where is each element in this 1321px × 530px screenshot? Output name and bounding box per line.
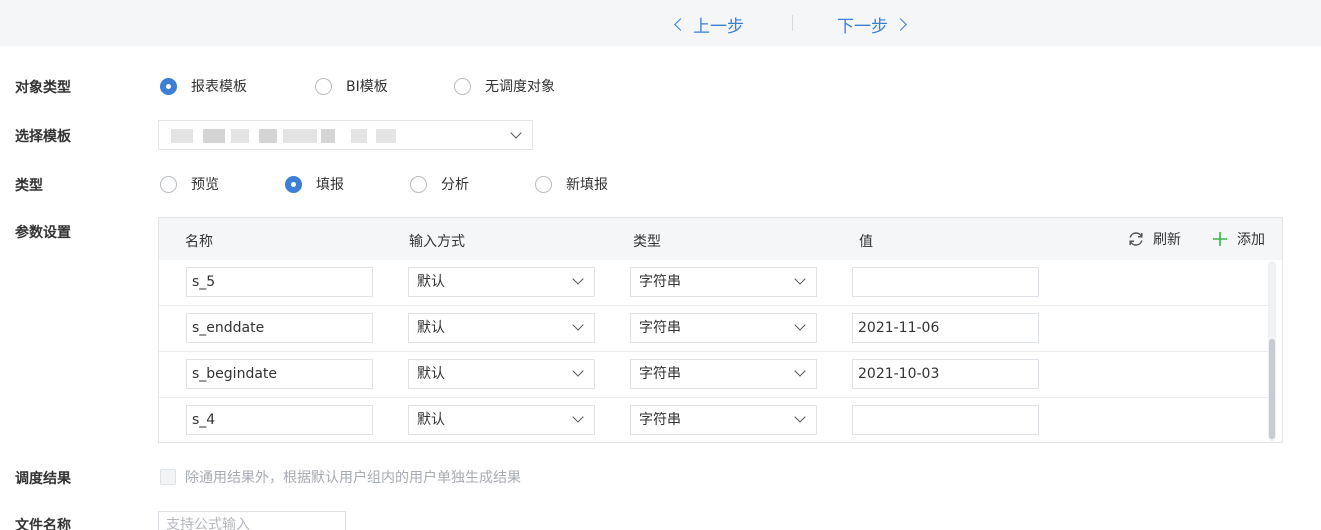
- type-option-label: 新填报: [566, 177, 608, 193]
- blurred-template-name: [171, 128, 401, 144]
- param-value-input[interactable]: [852, 267, 1039, 297]
- nav-divider: [792, 15, 793, 31]
- chevron-down-icon: [794, 411, 806, 423]
- next-step-button[interactable]: 下一步: [837, 12, 907, 37]
- file-name-label: 文件名称: [15, 518, 71, 530]
- param-input-method-value: 默认: [417, 274, 445, 290]
- chevron-down-icon: [794, 365, 806, 377]
- scrollbar-thumb[interactable]: [1269, 339, 1275, 439]
- template-label: 选择模板: [15, 129, 71, 145]
- param-input-method-value: 默认: [417, 412, 445, 428]
- param-name-input[interactable]: s_begindate: [186, 359, 373, 389]
- param-type-select[interactable]: 字符串: [630, 313, 817, 343]
- template-select[interactable]: [158, 120, 533, 150]
- schedule-result-checkbox-label: 除通用结果外，根据默认用户组内的用户单独生成结果: [185, 470, 521, 486]
- radio-checked-icon: [160, 77, 177, 95]
- type-option-label: 预览: [191, 177, 219, 193]
- param-type-value: 字符串: [639, 412, 681, 428]
- param-name-input[interactable]: s_4: [186, 405, 373, 435]
- chevron-down-icon: [794, 319, 806, 331]
- col-header-value: 值: [859, 234, 873, 250]
- param-value-input[interactable]: 2021-10-03: [852, 359, 1039, 389]
- type-option-preview[interactable]: 预览: [160, 174, 219, 194]
- col-header-name: 名称: [185, 234, 213, 250]
- chevron-down-icon: [572, 365, 584, 377]
- param-name-input[interactable]: s_enddate: [186, 313, 373, 343]
- params-scrollbar[interactable]: [1268, 261, 1276, 441]
- object-type-label: 对象类型: [15, 80, 71, 96]
- chevron-left-icon: [674, 18, 687, 31]
- params-table-header: 名称 输入方式 类型 值 刷新 添加: [159, 218, 1282, 260]
- chevron-down-icon: [572, 273, 584, 285]
- file-name-input[interactable]: 支持公式输入: [158, 511, 346, 530]
- chevron-down-icon: [572, 411, 584, 423]
- param-name-input[interactable]: s_5: [186, 267, 373, 297]
- param-type-value: 字符串: [639, 320, 681, 336]
- object-type-option-label: 无调度对象: [485, 79, 555, 95]
- params-label: 参数设置: [15, 225, 71, 241]
- type-option-analysis[interactable]: 分析: [410, 174, 469, 194]
- col-header-input-method: 输入方式: [409, 234, 465, 250]
- prev-step-label: 上一步: [693, 17, 744, 37]
- param-type-value: 字符串: [639, 274, 681, 290]
- col-header-type: 类型: [633, 234, 661, 250]
- param-input-method-value: 默认: [417, 366, 445, 382]
- schedule-result-checkbox[interactable]: 除通用结果外，根据默认用户组内的用户单独生成结果: [160, 467, 521, 487]
- param-type-select[interactable]: 字符串: [630, 267, 817, 297]
- object-type-option-bi[interactable]: BI模板: [315, 76, 388, 96]
- param-row: s_4 默认 字符串: [159, 398, 1269, 444]
- param-input-method-value: 默认: [417, 320, 445, 336]
- chevron-down-icon: [510, 127, 522, 139]
- refresh-label: 刷新: [1153, 232, 1181, 248]
- prev-step-button[interactable]: 上一步: [674, 12, 744, 37]
- schedule-result-label: 调度结果: [15, 471, 71, 487]
- param-type-select[interactable]: 字符串: [630, 405, 817, 435]
- param-row: s_5 默认 字符串: [159, 260, 1269, 306]
- radio-unchecked-icon: [410, 175, 427, 193]
- type-option-label: 填报: [316, 177, 344, 193]
- next-step-label: 下一步: [837, 17, 888, 37]
- type-option-new-fill[interactable]: 新填报: [535, 174, 608, 194]
- type-label: 类型: [15, 178, 43, 194]
- radio-checked-icon: [285, 175, 302, 193]
- checkbox-icon: [160, 469, 176, 485]
- add-param-button[interactable]: 添加: [1211, 229, 1265, 249]
- refresh-button[interactable]: 刷新: [1127, 229, 1181, 249]
- param-type-value: 字符串: [639, 366, 681, 382]
- type-option-label: 分析: [441, 177, 469, 193]
- chevron-down-icon: [794, 273, 806, 285]
- radio-unchecked-icon: [454, 77, 471, 95]
- object-type-option-none[interactable]: 无调度对象: [454, 76, 555, 96]
- object-type-option-report[interactable]: 报表模板: [160, 76, 247, 96]
- object-type-option-label: BI模板: [346, 79, 388, 95]
- object-type-option-label: 报表模板: [191, 79, 247, 95]
- type-option-fill[interactable]: 填报: [285, 174, 344, 194]
- radio-unchecked-icon: [160, 175, 177, 193]
- param-row: s_begindate 默认 字符串 2021-10-03: [159, 352, 1269, 398]
- wizard-nav-bar: 上一步 下一步: [0, 0, 1321, 46]
- params-table: 名称 输入方式 类型 值 刷新 添加 s_5 默认 字符串 s_enddate …: [158, 217, 1283, 443]
- param-input-method-select[interactable]: 默认: [408, 359, 595, 389]
- param-row: s_enddate 默认 字符串 2021-11-06: [159, 306, 1269, 352]
- plus-icon: [1213, 232, 1227, 246]
- param-value-input[interactable]: 2021-11-06: [852, 313, 1039, 343]
- param-type-select[interactable]: 字符串: [630, 359, 817, 389]
- param-value-input[interactable]: [852, 405, 1039, 435]
- add-label: 添加: [1237, 232, 1265, 248]
- param-input-method-select[interactable]: 默认: [408, 405, 595, 435]
- radio-unchecked-icon: [315, 77, 332, 95]
- refresh-icon: [1129, 232, 1143, 246]
- radio-unchecked-icon: [535, 175, 552, 193]
- param-input-method-select[interactable]: 默认: [408, 313, 595, 343]
- chevron-right-icon: [894, 18, 907, 31]
- param-input-method-select[interactable]: 默认: [408, 267, 595, 297]
- chevron-down-icon: [572, 319, 584, 331]
